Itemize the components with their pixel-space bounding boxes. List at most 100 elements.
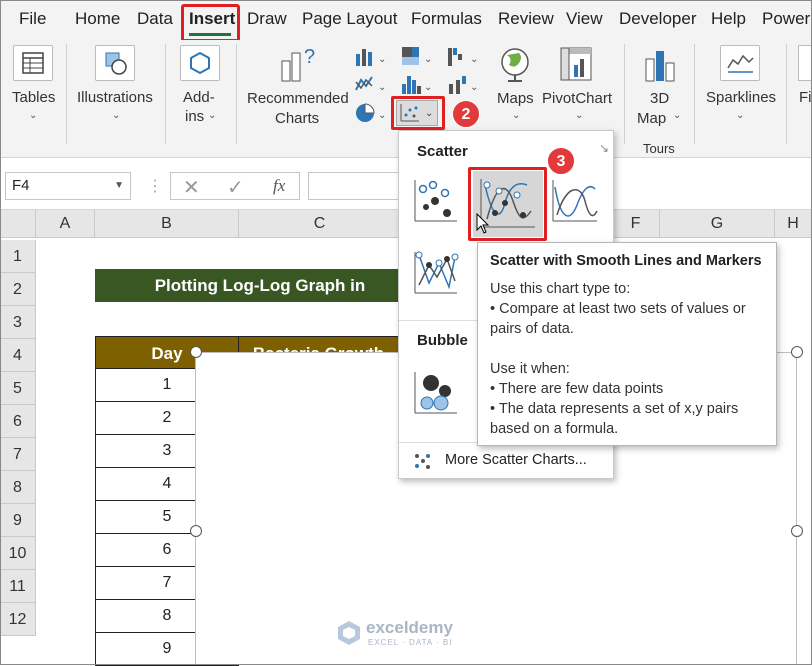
row-header[interactable]: 1 — [0, 240, 36, 273]
row-header[interactable]: 11 — [0, 570, 36, 603]
resize-handle[interactable] — [190, 346, 202, 358]
grip-icon: ⋮ — [147, 178, 163, 195]
row-header[interactable]: 10 — [0, 537, 36, 570]
tab-review[interactable]: Review — [498, 9, 554, 29]
step-badge-2: 2 — [452, 100, 480, 128]
recommended-charts-label-2: Charts — [275, 110, 320, 127]
addins-button[interactable] — [180, 45, 220, 81]
scatter-section-label: Scatter — [417, 143, 468, 160]
tooltip-line: • The data represents a set of x,y pairs — [490, 401, 739, 417]
tab-draw[interactable]: Draw — [247, 9, 287, 29]
maps-button[interactable] — [495, 45, 535, 85]
hierarchy-chart-icon: ⌄ — [402, 47, 432, 65]
row-header[interactable]: 8 — [0, 471, 36, 504]
row-header[interactable]: 4 — [0, 339, 36, 372]
chevron-down-icon: ⌄ — [575, 110, 584, 121]
row-header[interactable]: 3 — [0, 306, 36, 339]
chevron-down-icon: ⌄ — [512, 110, 521, 121]
column-header-a[interactable]: A — [36, 210, 95, 238]
waterfall-chart-button[interactable]: ⌄ — [446, 44, 480, 68]
svg-text:⌄: ⌄ — [424, 54, 432, 65]
ribbon-separator — [236, 44, 237, 144]
3d-map-icon — [645, 51, 675, 82]
bubble-option[interactable] — [411, 367, 461, 419]
tab-help[interactable]: Help — [711, 9, 746, 29]
illustrations-label: Illustrations — [77, 89, 153, 106]
row-header[interactable]: 6 — [0, 405, 36, 438]
row-header[interactable]: 2 — [0, 273, 36, 306]
function-icon[interactable]: fx — [273, 176, 285, 196]
more-scatter-charts-label: More Scatter Charts... — [445, 452, 587, 468]
tooltip-line: Use it when: — [490, 361, 570, 377]
sparklines-button[interactable] — [720, 45, 760, 81]
filter-button[interactable] — [798, 45, 812, 81]
resize-handle[interactable] — [190, 525, 202, 537]
chevron-down-icon: ⌄ — [736, 110, 745, 121]
cancel-icon[interactable]: ✕ — [183, 175, 200, 200]
recommended-charts-label-1: Recommended — [247, 90, 349, 107]
scatter-straight-lines-markers-option[interactable] — [411, 247, 461, 299]
column-header-b[interactable]: B — [95, 210, 239, 238]
tab-file[interactable]: File — [19, 9, 46, 29]
addins-label-1: Add- — [183, 89, 215, 106]
illustrations-button[interactable] — [95, 45, 135, 81]
row-header[interactable]: 5 — [0, 372, 36, 405]
tab-formulas[interactable]: Formulas — [411, 9, 482, 29]
statistic-chart-button[interactable]: ⌄ — [400, 72, 434, 96]
ribbon-separator — [66, 44, 67, 144]
svg-text:⌄: ⌄ — [470, 54, 478, 65]
tooltip-line: Use this chart type to: — [490, 281, 631, 297]
select-all-corner[interactable] — [0, 210, 36, 238]
pivotchart-button[interactable] — [557, 45, 597, 85]
maps-label: Maps — [497, 90, 534, 107]
ribbon-separator — [786, 44, 787, 144]
check-icon[interactable]: ✓ — [227, 175, 244, 200]
recommended-charts-icon: ? — [281, 46, 315, 82]
chevron-down-icon[interactable]: ▼ — [114, 173, 124, 199]
resize-handle[interactable] — [791, 346, 803, 358]
scatter-button-highlight — [391, 96, 445, 130]
column-header-h[interactable]: H — [775, 210, 812, 238]
column-chart-icon: ⌄ — [356, 49, 386, 66]
tours-group-label: Tours — [643, 141, 675, 156]
combo-chart-button[interactable]: ⌄ — [446, 72, 480, 96]
svg-text:⌄: ⌄ — [378, 82, 386, 93]
tab-data[interactable]: Data — [137, 9, 173, 29]
tab-page-layout[interactable]: Page Layout — [302, 9, 397, 29]
pie-chart-button[interactable]: ⌄ — [354, 100, 388, 126]
column-header-c[interactable]: C — [239, 210, 401, 238]
row-header[interactable]: 12 — [0, 603, 36, 636]
ribbon-separator — [165, 44, 166, 144]
3d-map-button[interactable] — [640, 45, 680, 85]
recommended-charts-button[interactable]: ? — [276, 45, 320, 85]
chevron-down-icon: ⌄ — [208, 110, 217, 121]
row-header[interactable]: 7 — [0, 438, 36, 471]
tab-view[interactable]: View — [566, 9, 603, 29]
sheet-title-cell[interactable]: Plotting Log-Log Graph in — [95, 269, 425, 302]
hierarchy-chart-button[interactable]: ⌄ — [400, 44, 434, 68]
tab-power[interactable]: Power — [762, 9, 810, 29]
scatter-smooth-lines-option[interactable] — [549, 175, 601, 227]
addins-label-2: ins — [185, 108, 205, 125]
exceldemy-logo-icon — [338, 621, 360, 645]
column-chart-button[interactable]: ⌄ — [354, 44, 388, 68]
insert-tab-highlight — [181, 4, 240, 42]
formula-input[interactable] — [308, 172, 408, 200]
column-header-f[interactable]: F — [612, 210, 660, 238]
tables-button[interactable] — [13, 45, 53, 81]
chevron-down-icon: ⌄ — [29, 110, 38, 121]
name-box[interactable]: F4 ▼ — [5, 172, 131, 200]
tooltip-line: pairs of data. — [490, 321, 574, 337]
waterfall-chart-icon: ⌄ — [448, 48, 478, 66]
resize-handle[interactable] — [791, 525, 803, 537]
addin-icon — [190, 51, 210, 75]
line-chart-button[interactable]: ⌄ — [354, 72, 388, 96]
watermark-name: exceldemy — [366, 618, 453, 637]
scatter-option[interactable] — [411, 175, 461, 227]
row-header[interactable]: 9 — [0, 504, 36, 537]
shapes-icon — [105, 52, 127, 75]
more-scatter-charts-item[interactable]: More Scatter Charts... — [413, 449, 603, 473]
tab-developer[interactable]: Developer — [619, 9, 697, 29]
column-header-g[interactable]: G — [660, 210, 775, 238]
tab-home[interactable]: Home — [75, 9, 120, 29]
